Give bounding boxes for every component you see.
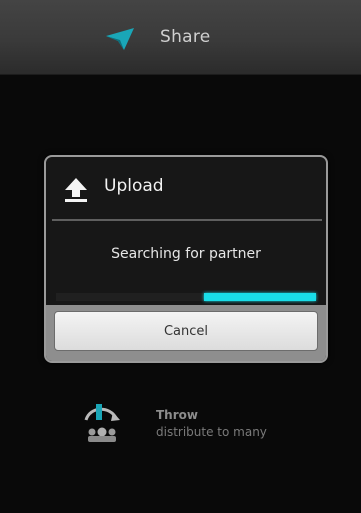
dialog-message: Searching for partner (111, 246, 261, 262)
upload-dialog: Upload Searching for partner Cancel (44, 155, 328, 363)
dialog-divider (52, 219, 322, 221)
option-throw-description: distribute to many (156, 425, 267, 439)
action-bar: Share (0, 0, 361, 75)
dialog-button-bar: Cancel (46, 305, 326, 361)
throw-icon (84, 404, 120, 442)
option-throw-label: Throw (156, 408, 198, 422)
cancel-button[interactable]: Cancel (54, 311, 318, 351)
progress-fill (204, 293, 316, 301)
upload-icon (65, 178, 87, 202)
dialog-title: Upload (104, 176, 164, 196)
option-throw[interactable]: Throw distribute to many (78, 392, 318, 450)
share-screen: Share Throw distribute to many Upload Se… (0, 0, 361, 513)
progress-bar (56, 293, 316, 301)
action-bar-title: Share (160, 27, 211, 47)
dialog-header: Upload (46, 157, 326, 219)
share-app-icon (106, 28, 134, 50)
